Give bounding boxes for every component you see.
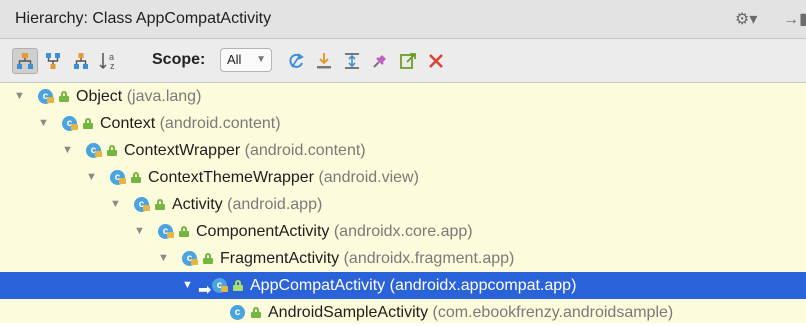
class-name: ContextWrapper (android.content) [124, 137, 366, 164]
gear-icon[interactable]: ⚙︎▾ [735, 9, 757, 29]
hierarchy-tree: ▼ c Object (java.lang) ▼ c Context (android.c… [0, 83, 806, 323]
hierarchy-panel: Hierarchy: Class AppCompatActivity ⚙︎▾ →… [0, 0, 806, 323]
scope-label: Scope: [152, 51, 206, 68]
class-name: Context (android.content) [100, 110, 281, 137]
package-name: (android.view) [318, 169, 419, 186]
title-bar: Hierarchy: Class AppCompatActivity ⚙︎▾ →… [0, 0, 806, 39]
scope-dropdown[interactable]: All ▼ [220, 48, 272, 72]
class-name: Activity (android.app) [172, 191, 322, 218]
class-icon: c [230, 305, 245, 320]
tree-row[interactable]: ▼ c Object (java.lang) [0, 83, 806, 110]
toolbar: a z Scope: All ▼ [0, 39, 806, 83]
open-icon[interactable] [395, 48, 421, 74]
class-name-text: ContextThemeWrapper [148, 169, 314, 186]
expand-toggle-icon[interactable]: ▼ [62, 137, 73, 164]
public-visibility-icon [155, 199, 165, 210]
panel-title: Hierarchy: Class AppCompatActivity [15, 10, 272, 27]
refresh-icon[interactable] [283, 48, 309, 74]
expand-toggle-icon[interactable]: ▼ [38, 110, 49, 137]
class-icon: c [182, 251, 198, 266]
class-icon: c [134, 197, 150, 212]
class-name-text: AndroidSampleActivity [268, 304, 429, 321]
class-name-text: AppCompatActivity [250, 277, 386, 294]
class-name: FragmentActivity (androidx.fragment.app) [220, 245, 514, 272]
tree-row[interactable]: ▼ c Activity (android.app) [0, 191, 806, 218]
package-name: (androidx.core.app) [333, 223, 473, 240]
class-icon: c [38, 89, 54, 104]
class-name: Object (java.lang) [76, 83, 201, 110]
class-name: ContextThemeWrapper (android.view) [148, 164, 419, 191]
expand-toggle-icon[interactable]: ▼ [14, 83, 25, 110]
package-name: (java.lang) [126, 88, 202, 105]
package-name: (android.app) [227, 196, 323, 213]
class-name-text: ContextWrapper [124, 142, 241, 159]
export-icon[interactable] [311, 48, 337, 74]
package-name: (androidx.appcompat.app) [389, 277, 577, 294]
expand-toggle-icon[interactable]: ▼ [158, 245, 169, 272]
package-name: (android.content) [159, 115, 281, 132]
scope-value: All [227, 52, 242, 67]
tree-row[interactable]: ▼ c ContextWrapper (android.content) [0, 137, 806, 164]
hide-panel-icon[interactable]: →▮ [783, 9, 806, 29]
expand-toggle-icon[interactable]: ▼ [110, 191, 121, 218]
public-visibility-icon [107, 145, 117, 156]
class-name: ComponentActivity (androidx.core.app) [196, 218, 473, 245]
expand-toggle-icon[interactable]: ▼ [134, 218, 145, 245]
tree-row[interactable]: ▼ c ContextThemeWrapper (android.view) [0, 164, 806, 191]
close-icon[interactable] [423, 48, 449, 74]
public-visibility-icon [179, 226, 189, 237]
class-name-text: Object [76, 88, 123, 105]
class-icon: c [212, 278, 228, 293]
tree-row[interactable]: ▼ ➡ c AppCompatActivity (androidx.appcompat… [0, 272, 806, 299]
public-visibility-icon [251, 307, 261, 318]
package-name: (com.ebookfrenzy.androidsample) [432, 304, 674, 321]
public-visibility-icon [83, 118, 93, 129]
public-visibility-icon [233, 280, 243, 291]
class-name: AppCompatActivity (androidx.appcompat.ap… [250, 272, 576, 299]
class-name-text: Context [100, 115, 156, 132]
class-icon: c [158, 224, 174, 239]
tree-row[interactable]: ▼ c FragmentActivity (androidx.fragment.ap… [0, 245, 806, 272]
package-name: (android.content) [244, 142, 366, 159]
class-name-text: FragmentActivity [220, 250, 340, 267]
class-icon: c [86, 143, 102, 158]
public-visibility-icon [203, 253, 213, 264]
public-visibility-icon [59, 91, 69, 102]
public-visibility-icon [131, 172, 141, 183]
class-icon: c [62, 116, 78, 131]
class-hierarchy-icon[interactable] [12, 48, 38, 74]
tree-row[interactable]: ▼ c ComponentActivity (androidx.core.app) [0, 218, 806, 245]
class-name: AndroidSampleActivity (com.ebookfrenzy.a… [268, 299, 673, 326]
subtypes-icon[interactable] [68, 48, 94, 74]
expand-all-icon[interactable] [339, 48, 365, 74]
class-name-text: ComponentActivity [196, 223, 330, 240]
supertypes-icon[interactable] [40, 48, 66, 74]
sort-alphabetically-icon[interactable]: a z [96, 48, 122, 74]
chevron-down-icon: ▼ [256, 54, 266, 65]
pin-icon[interactable] [367, 48, 393, 74]
class-name-text: Activity [172, 196, 223, 213]
expand-toggle-icon[interactable]: ▼ [86, 164, 97, 191]
expand-toggle-icon[interactable]: ▼ [182, 272, 193, 299]
tree-row[interactable]: ▼ c Context (android.content) [0, 110, 806, 137]
svg-text:z: z [110, 61, 115, 71]
class-icon: c [110, 170, 126, 185]
package-name: (androidx.fragment.app) [343, 250, 515, 267]
tree-row[interactable]: c AndroidSampleActivity (com.ebookfrenzy.… [0, 299, 806, 326]
